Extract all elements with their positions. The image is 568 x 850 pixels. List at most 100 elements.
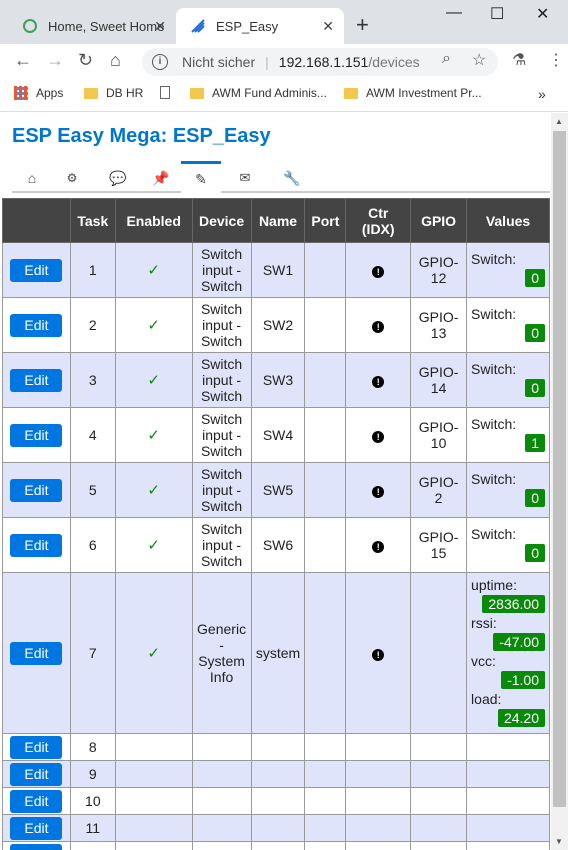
value-name: Switch: <box>471 416 517 432</box>
minimize-icon[interactable]: — <box>446 4 462 22</box>
edit-button[interactable]: Edit <box>10 789 63 813</box>
edit-button[interactable]: Edit <box>10 368 63 392</box>
menu-main-icon[interactable]: ⌂ <box>12 161 52 193</box>
menu-controllers-icon[interactable]: 💬 <box>98 161 138 193</box>
values-cell: uptime: 2836.00 rssi: -47.00 vcc: -1.00 load: 2… <box>466 572 550 734</box>
bookmark-star-icon[interactable]: ☆ <box>472 50 486 70</box>
info-icon[interactable]: i <box>152 54 168 70</box>
values-cell <box>466 841 550 850</box>
bookmark-apps[interactable]: Apps <box>14 86 63 100</box>
menu-devices-icon[interactable]: ✎ <box>181 161 221 195</box>
home-icon[interactable]: ⌂ <box>110 50 121 71</box>
back-icon[interactable]: ← <box>14 50 32 71</box>
bookmark-label: AWM Fund Adminis... <box>212 86 327 100</box>
bookmark-page[interactable] <box>160 86 170 99</box>
col-header-device: Device <box>191 198 252 243</box>
device-cell: Switch input - Switch <box>191 242 252 298</box>
page-scrollbar[interactable]: ▲ ▼ <box>551 113 568 850</box>
forward-icon[interactable]: → <box>46 50 64 71</box>
page-content: ESP Easy Mega: ESP_Easy ⌂ ⚙ 💬 📌 ✎ ✉ 🔧 Ta… <box>0 113 550 850</box>
bookmark-awm-investment[interactable]: AWM Investment Pr... <box>344 86 482 100</box>
checkmark-icon: ✓ <box>147 372 160 389</box>
bookmarks-bar: Apps DB HR AWM Fund Adminis... AWM Inves… <box>0 80 568 112</box>
scroll-up-icon[interactable]: ▲ <box>555 117 563 126</box>
name-cell <box>250 814 306 842</box>
checkmark-icon: ✓ <box>147 537 160 554</box>
device-cell: Switch input - Switch <box>191 407 252 463</box>
name-cell: SW2 <box>250 297 306 353</box>
bookmark-label: AWM Investment Pr... <box>366 86 482 100</box>
edit-button[interactable]: Edit <box>10 478 63 502</box>
scroll-down-icon[interactable]: ▼ <box>555 837 563 846</box>
task-cell: 6 <box>69 517 116 573</box>
tab-title: ESP_Easy <box>216 18 279 34</box>
reload-icon[interactable]: ↻ <box>78 50 93 71</box>
zoom-icon[interactable]: ⌕ <box>442 50 451 68</box>
menu-icon[interactable]: ⋮ <box>548 50 564 70</box>
values-cell <box>466 760 550 788</box>
value-badge: -47.00 <box>493 633 545 651</box>
edit-button[interactable]: Edit <box>10 533 63 557</box>
edit-button[interactable]: Edit <box>10 641 63 665</box>
device-cell <box>191 814 252 842</box>
task-cell: 5 <box>69 462 116 518</box>
enabled-cell <box>114 814 193 842</box>
window-close-icon[interactable]: ✕ <box>536 4 549 24</box>
ctr-cell <box>345 841 412 850</box>
value-name: Switch: <box>471 526 517 542</box>
bookmark-db-hr[interactable]: DB HR <box>84 86 143 100</box>
new-tab-button[interactable]: + <box>356 12 369 38</box>
close-icon[interactable]: ✕ <box>322 18 334 35</box>
edit-button[interactable]: Edit <box>10 762 63 786</box>
edit-button[interactable]: Edit <box>10 258 63 282</box>
name-cell: SW5 <box>250 462 306 518</box>
folder-icon <box>190 87 204 99</box>
edit-button[interactable]: Edit <box>10 735 63 759</box>
value-badge: 0 <box>525 269 545 287</box>
port-cell <box>304 760 347 788</box>
edit-button[interactable]: Edit <box>10 843 63 850</box>
device-cell <box>191 841 252 850</box>
edit-cell: Edit <box>2 733 71 761</box>
table-row: Edit 10 <box>2 787 550 815</box>
value-badge: -1.00 <box>501 671 545 689</box>
enabled-cell: ✓ <box>114 517 193 573</box>
extension-icon[interactable]: ⚗ <box>512 50 526 70</box>
value-name: Switch: <box>471 361 517 377</box>
tab-home[interactable]: Home, Sweet Home ✕ <box>8 8 176 44</box>
menu-hardware-icon[interactable]: 📌 <box>141 161 181 193</box>
port-cell <box>304 462 347 518</box>
tab-strip: Home, Sweet Home ✕ ESP_Easy ✕ + — ☐ ✕ <box>0 0 568 44</box>
checkmark-icon: ✓ <box>147 645 160 662</box>
gpio-cell <box>410 787 468 815</box>
enabled-cell <box>114 760 193 788</box>
menu-config-icon[interactable]: ⚙ <box>52 161 92 193</box>
port-cell <box>304 814 347 842</box>
task-cell: 10 <box>69 787 116 815</box>
more-bookmarks-icon[interactable]: » <box>538 86 546 102</box>
device-cell <box>191 760 252 788</box>
value-name: Switch: <box>471 471 517 487</box>
table-row: Edit 11 <box>2 814 550 842</box>
ctr-cell: ! <box>345 407 412 463</box>
table-row: Edit 5 ✓ Switch input - Switch SW5! GPIO-2 Swi… <box>2 462 550 518</box>
edit-button[interactable]: Edit <box>10 816 63 840</box>
gpio-cell: GPIO-14 <box>410 352 468 408</box>
maximize-icon[interactable]: ☐ <box>490 4 504 24</box>
value-name: Switch: <box>471 306 517 322</box>
bookmark-awm-fund[interactable]: AWM Fund Adminis... <box>190 86 327 100</box>
edit-button[interactable]: Edit <box>10 313 63 337</box>
browser-toolbar: ← → ↻ ⌂ i Nicht sicher | 192.168.1.151 /… <box>0 44 568 80</box>
scroll-thumb[interactable] <box>553 131 566 807</box>
menu-notifications-icon[interactable]: ✉ <box>225 161 265 193</box>
task-cell: 4 <box>69 407 116 463</box>
name-cell <box>250 760 306 788</box>
close-icon[interactable]: ✕ <box>154 18 166 35</box>
edit-cell: Edit <box>2 787 71 815</box>
checkmark-icon: ✓ <box>147 482 160 499</box>
edit-button[interactable]: Edit <box>10 423 63 447</box>
checkmark-icon: ✓ <box>147 427 160 444</box>
menu-tools-icon[interactable]: 🔧 <box>272 161 312 193</box>
ctr-cell: ! <box>345 242 412 298</box>
tab-esp-easy[interactable]: ESP_Easy ✕ <box>176 8 344 44</box>
